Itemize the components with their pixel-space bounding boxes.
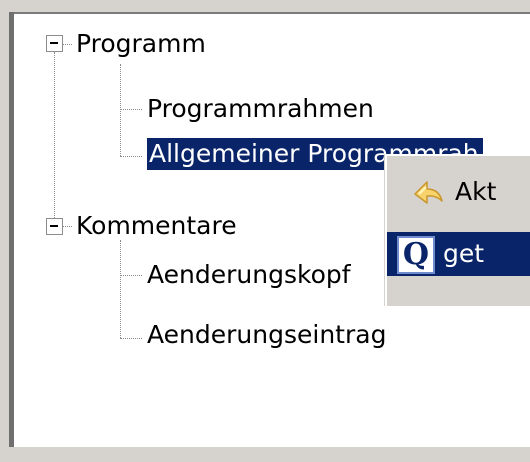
q-app-icon: Q bbox=[397, 236, 435, 274]
tree-window: Programm Programmrahmen Allgemeiner Prog… bbox=[0, 0, 530, 462]
window-bottom-edge bbox=[0, 447, 530, 462]
collapse-programm-toggle[interactable] bbox=[46, 35, 63, 52]
tree-node-aenderungseintrag[interactable]: Aenderungseintrag bbox=[147, 319, 386, 351]
tree-node-kommentare[interactable]: Kommentare bbox=[76, 210, 237, 242]
tree-node-programm[interactable]: Programm bbox=[76, 28, 206, 60]
tree-connector bbox=[120, 64, 121, 156]
yellow-arrow-icon bbox=[414, 181, 443, 204]
tree-connector bbox=[63, 44, 72, 45]
context-menu-item-akt[interactable]: Akt bbox=[387, 168, 530, 216]
context-menu-item-label: Akt bbox=[455, 177, 497, 206]
tree-connector bbox=[120, 275, 142, 276]
context-menu-item-label: get bbox=[443, 239, 485, 268]
tree-connector bbox=[120, 338, 142, 339]
context-menu: Akt Q get bbox=[385, 154, 530, 306]
window-left-edge bbox=[0, 0, 9, 462]
context-menu-item-get[interactable]: Q get bbox=[387, 232, 530, 276]
tree-connector bbox=[120, 156, 142, 157]
tree-connector bbox=[54, 52, 55, 226]
tree-node-programmrahmen[interactable]: Programmrahmen bbox=[147, 93, 374, 125]
tree-connector bbox=[120, 240, 121, 338]
tree-connector bbox=[120, 109, 142, 110]
collapse-kommentare-toggle[interactable] bbox=[46, 218, 63, 235]
tree-node-aenderungskopf[interactable]: Aenderungskopf bbox=[147, 259, 351, 291]
tree-connector bbox=[63, 226, 72, 227]
